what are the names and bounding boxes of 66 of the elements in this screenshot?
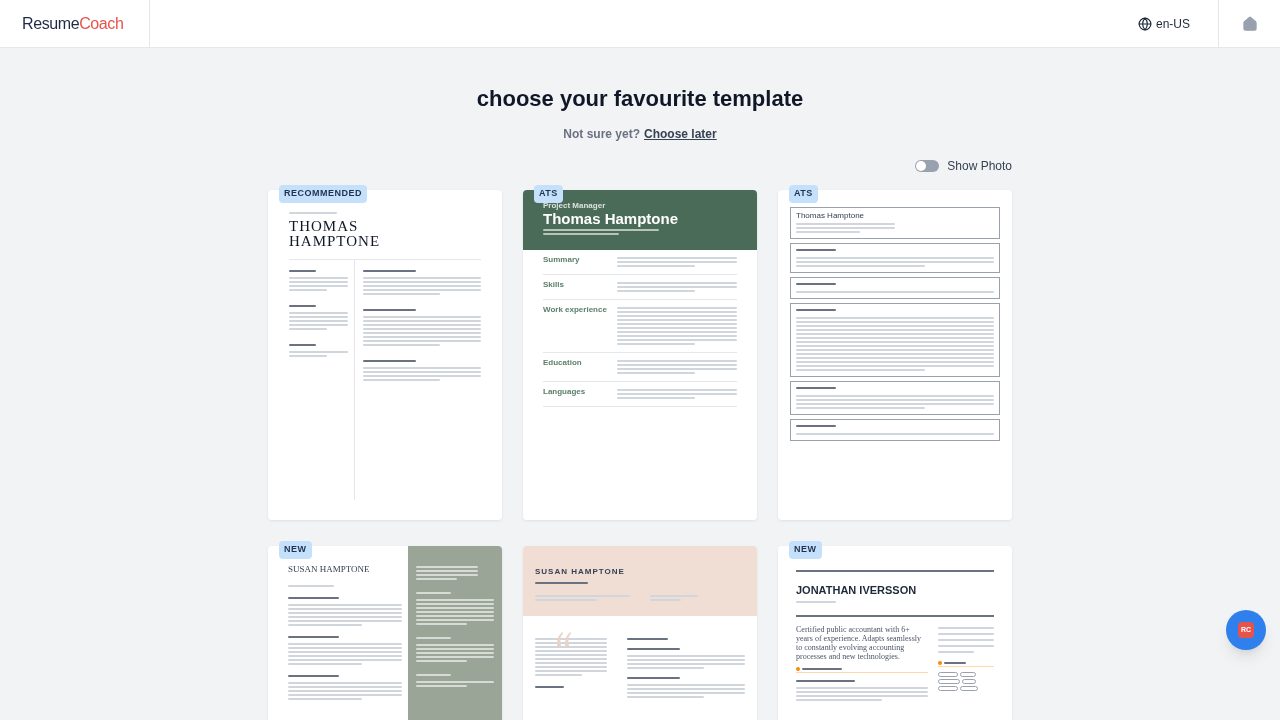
text-lines-drawing <box>288 584 334 587</box>
text-lines-drawing <box>796 387 836 389</box>
text-lines-drawing <box>416 637 452 639</box>
text-lines-drawing <box>289 305 316 307</box>
template-badge: ATS <box>534 185 563 203</box>
text-lines-drawing <box>938 626 994 653</box>
section-heading: Work experience <box>543 305 608 316</box>
text-lines-drawing <box>535 686 564 688</box>
text-lines-drawing <box>796 679 856 682</box>
template-badge: ATS <box>789 185 818 203</box>
resume-name: Thomas Hamptone <box>796 211 866 221</box>
home-icon[interactable] <box>1241 15 1258 32</box>
quote-mark-icon <box>555 632 573 646</box>
text-lines-drawing <box>288 596 340 599</box>
show-photo-label: Show Photo <box>947 158 1012 175</box>
text-lines-drawing <box>289 351 348 357</box>
text-lines-drawing <box>535 582 588 584</box>
resume-summary: Certified public accountant with 6+ years of experience. Adapts seamlessly to constantly evolving accounting processes and new technologies. <box>796 624 923 661</box>
section-heading: Summary <box>543 255 581 266</box>
resume-name: THOMAS HAMPTONE <box>289 219 382 249</box>
resume-name: SUSAN HAMPTONE <box>288 563 371 576</box>
page-title: choose your favourite template <box>476 85 804 113</box>
section-icon <box>796 666 800 671</box>
template-badge: NEW <box>789 541 822 559</box>
template-card[interactable]: SUSAN HAMPTONE <box>523 546 757 720</box>
text-lines-drawing <box>535 638 607 676</box>
resume-name: Thomas Hamptone <box>543 210 679 227</box>
text-lines-drawing <box>289 212 337 214</box>
text-lines-drawing <box>627 638 669 640</box>
text-lines-drawing <box>416 566 479 580</box>
text-lines-drawing <box>289 270 316 272</box>
logo[interactable]: ResumeCoach <box>22 11 124 36</box>
text-lines-drawing <box>363 309 417 311</box>
text-lines-drawing <box>796 309 836 311</box>
text-lines-drawing <box>796 283 836 285</box>
text-lines-drawing <box>289 277 348 291</box>
resume-role: Project Manager <box>543 201 607 210</box>
text-lines-drawing <box>627 677 681 679</box>
text-lines-drawing <box>288 674 340 677</box>
text-lines-drawing <box>416 674 452 676</box>
show-photo-toggle[interactable] <box>915 160 940 172</box>
globe-icon <box>1138 16 1152 31</box>
section-heading: Skills <box>543 280 565 291</box>
text-lines-drawing <box>650 595 698 601</box>
text-lines-drawing <box>944 661 967 664</box>
text-lines-drawing <box>796 249 836 251</box>
text-lines-drawing <box>627 648 681 650</box>
text-lines-drawing <box>796 600 836 603</box>
text-lines-drawing <box>416 592 452 594</box>
text-lines-drawing <box>796 425 836 427</box>
resume-name: JONATHAN IVERSSON <box>796 583 918 598</box>
template-badge: RECOMMENDED <box>279 185 367 203</box>
template-badge: NEW <box>279 541 312 559</box>
choose-later-link[interactable]: Choose later <box>644 125 717 143</box>
subtitle-text: Not sure yet? <box>563 126 640 143</box>
text-lines-drawing <box>289 312 348 330</box>
section-icon <box>938 660 942 665</box>
text-lines-drawing <box>289 344 316 346</box>
text-lines-drawing <box>363 360 417 362</box>
text-lines-drawing <box>363 270 417 272</box>
section-heading: Education <box>543 358 583 369</box>
resume-name: SUSAN HAMPTONE <box>535 566 626 578</box>
text-lines-drawing <box>802 667 842 670</box>
text-lines-drawing <box>288 635 340 638</box>
language-button[interactable]: en-US <box>1138 0 1218 47</box>
section-heading: Languages <box>543 387 587 398</box>
